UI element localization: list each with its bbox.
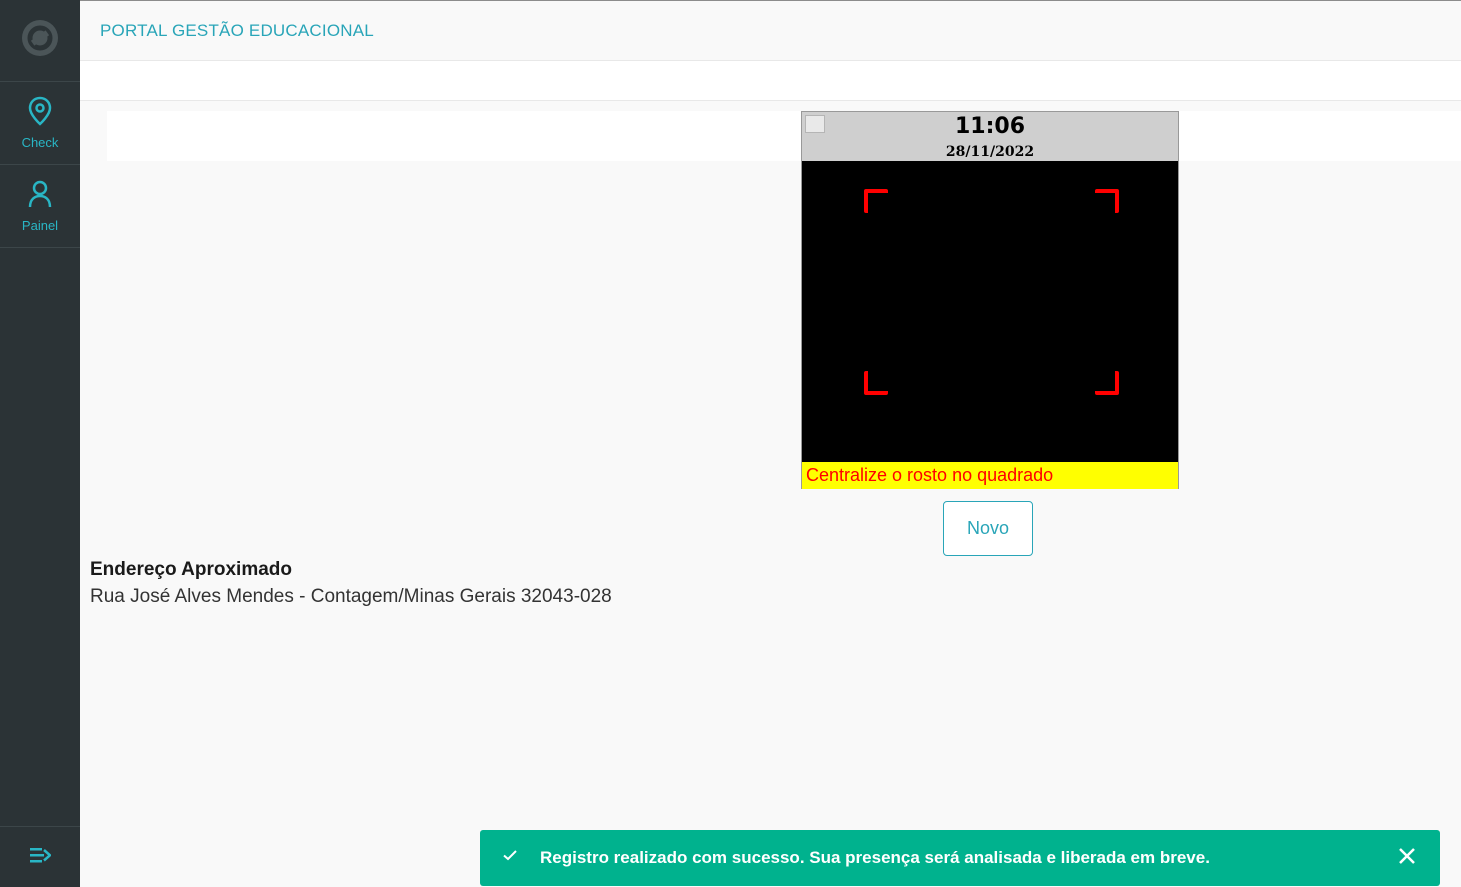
check-icon [502,847,518,868]
camera-header: 11:06 28/11/2022 [802,112,1178,161]
face-frame-corner [864,371,888,395]
camera-date: 28/11/2022 [945,144,1035,160]
face-frame-corner [864,189,888,213]
close-icon[interactable] [1398,847,1416,870]
camera-time: 11:06 [954,114,1026,139]
face-frame-corner [1095,189,1119,213]
success-toast: Registro realizado com sucesso. Sua pres… [480,830,1440,886]
content-strip [107,111,1461,161]
sidebar-item-check[interactable]: Check [0,82,80,165]
sidebar-item-label: Painel [21,218,59,233]
totvs-logo-icon [21,19,59,62]
user-icon [27,179,53,214]
sub-header [80,61,1461,101]
address-label: Endereço Aproximado [90,559,293,580]
sidebar-item-painel[interactable]: Painel [0,165,80,248]
sidebar: Check Painel [0,0,80,887]
page-title: PORTAL GESTÃO EDUCACIONAL [100,21,374,40]
header: PORTAL GESTÃO EDUCACIONAL [80,0,1461,61]
face-frame-corner [1095,371,1119,395]
location-pin-icon [27,96,53,131]
expand-menu-button[interactable] [0,826,80,887]
camera-widget: 11:06 28/11/2022 Centralize o rosto no q… [801,111,1179,489]
expand-menu-icon [29,846,52,869]
camera-instruction: Centralize o rosto no quadrado [802,462,1178,489]
camera-view [802,161,1178,462]
sidebar-item-label: Check [21,135,59,150]
sidebar-logo[interactable] [0,0,80,82]
address-value: Rua José Alves Mendes - Contagem/Minas G… [90,586,612,607]
toast-message: Registro realizado com sucesso. Sua pres… [540,848,1210,867]
novo-button[interactable]: Novo [943,501,1033,556]
